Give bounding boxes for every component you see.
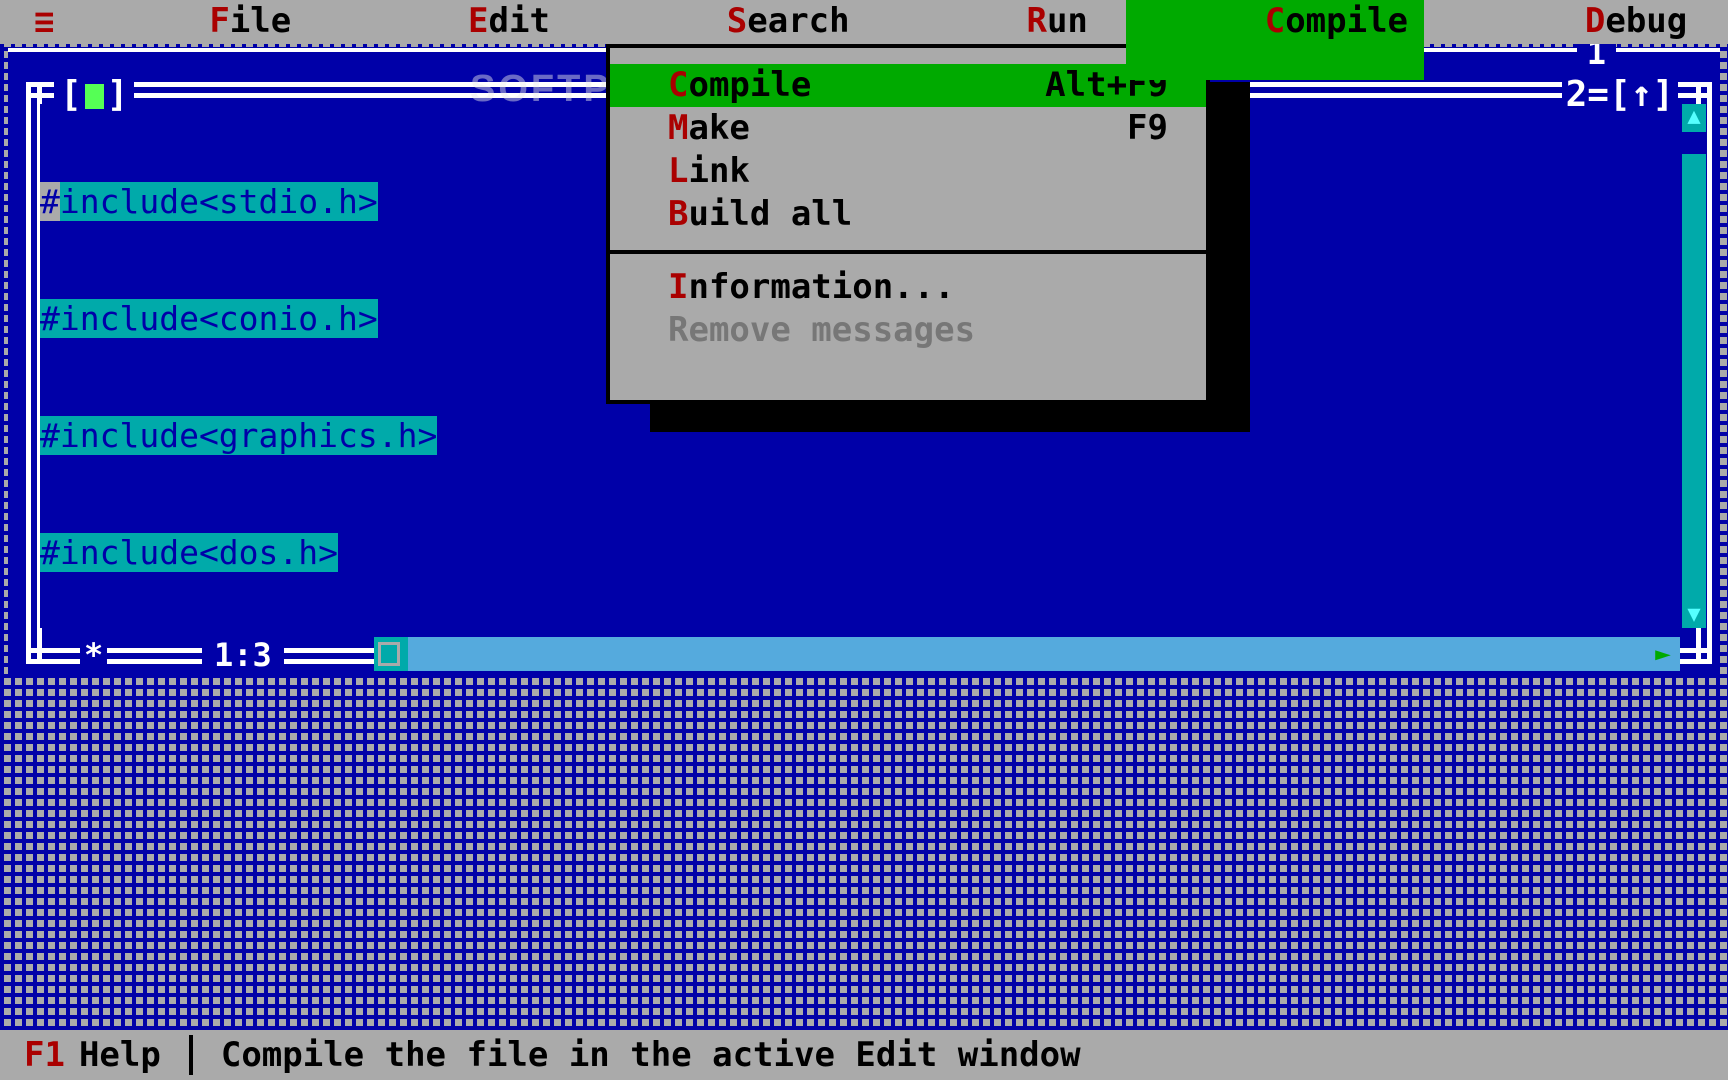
menu-item-search[interactable]: Search [588, 0, 866, 80]
menu-hotkey-edit: E [468, 1, 489, 41]
menu-hotkey-search: S [726, 1, 748, 41]
dropdown-hotkey-information: I [668, 267, 689, 307]
dropdown-label-build-all: uild all [688, 194, 853, 234]
menu-item-run[interactable]: Run [888, 0, 1104, 80]
menu-option-information[interactable]: Information... [610, 266, 1206, 309]
menu-label-file: ile [229, 1, 292, 41]
dropdown-hotkey-build-all: B [668, 194, 689, 234]
close-icon [84, 84, 104, 109]
system-menu-icon[interactable]: ≡ [0, 0, 70, 44]
dropdown-label-link: ink [688, 151, 750, 191]
modified-indicator: * [80, 638, 108, 672]
vertical-scrollbar[interactable]: ▲ ▼ [1682, 104, 1706, 628]
scroll-down-arrow-icon[interactable]: ▼ [1682, 602, 1706, 628]
menu-option-build-all[interactable]: Build all [610, 193, 1206, 236]
dropdown-label-remove-messages: emove messages [688, 310, 976, 350]
compile-dropdown-menu: Compile Alt+F9 Make F9 Link Build all In… [606, 44, 1210, 404]
horizontal-scroll-thumb[interactable] [378, 642, 400, 666]
menu-bar: ≡ File Edit Search Run Compile Debug Pro… [0, 0, 1728, 80]
menu-label-edit: dit [488, 1, 550, 41]
dropdown-hotkey-remove-messages: R [668, 310, 689, 350]
cursor-position-indicator: 1:3 [202, 638, 284, 672]
menu-label-debug: ebug [1605, 1, 1688, 41]
window-close-button[interactable]: [] [54, 76, 135, 114]
menu-hotkey-run: R [1026, 1, 1047, 41]
menu-item-compile[interactable]: Compile [1125, 0, 1425, 80]
status-help-key[interactable]: F1 [0, 1035, 65, 1075]
menu-hotkey-compile: C [1264, 1, 1286, 41]
scroll-right-arrow-icon[interactable]: ► [1646, 637, 1680, 671]
menu-option-link[interactable]: Link [610, 150, 1206, 193]
menu-hotkey-debug: D [1584, 1, 1606, 41]
dropdown-hotkey-make: M [668, 108, 689, 148]
status-hint: Compile the file in the active Edit wind… [220, 1035, 1081, 1075]
vertical-scroll-thumb[interactable] [1682, 132, 1706, 154]
status-divider [188, 1035, 193, 1075]
dropdown-label-make: ake [688, 108, 750, 148]
menu-label-run: un [1046, 1, 1088, 41]
dropdown-label-information: nformation... [688, 267, 955, 307]
menu-item-edit[interactable]: Edit [329, 0, 566, 80]
status-help-label[interactable]: Help [65, 1035, 161, 1075]
menu-item-file[interactable]: File [70, 0, 307, 80]
dropdown-hotkey-link: L [668, 151, 689, 191]
window-2-number-and-zoom-button[interactable]: 2=[↑] [1561, 74, 1678, 115]
menu-option-make[interactable]: Make F9 [610, 107, 1206, 150]
status-bar: F1 Help Compile the file in the active E… [0, 1030, 1728, 1080]
window-2-number: 2= [1565, 74, 1609, 115]
menu-label-search: earch [747, 1, 850, 41]
menu-option-remove-messages: Remove messages [610, 309, 1206, 352]
code-line: #include<dos.h> [40, 533, 339, 572]
zoom-button: [↑] [1608, 74, 1674, 115]
dropdown-separator [610, 250, 1206, 254]
menu-hotkey-file: F [209, 1, 230, 41]
horizontal-scrollbar[interactable]: ◄ ► [374, 637, 1680, 671]
menu-item-debug[interactable]: Debug [1446, 0, 1703, 80]
scroll-up-arrow-icon[interactable]: ▲ [1682, 104, 1706, 130]
menu-label-compile: ompile [1285, 1, 1409, 41]
turbo-c-ide-screen: ≡ File Edit Search Run Compile Debug Pro… [0, 0, 1728, 1080]
dropdown-shortcut-make: F9 [1127, 108, 1168, 148]
